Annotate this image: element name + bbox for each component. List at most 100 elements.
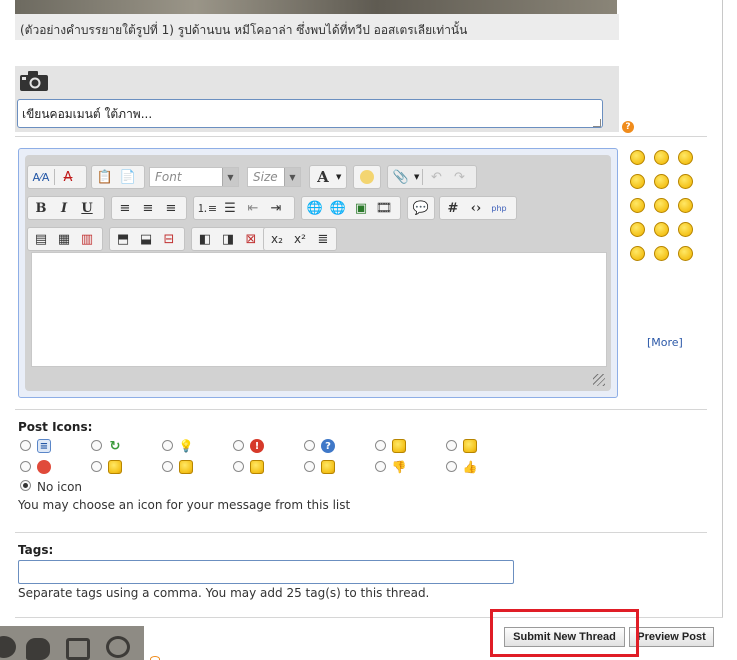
- angry-icon: [37, 460, 51, 474]
- message-textarea[interactable]: [31, 252, 607, 367]
- post-icon-radio[interactable]: [162, 461, 173, 472]
- glasses-icon[interactable]: [654, 246, 669, 261]
- eek-icon[interactable]: [654, 222, 669, 237]
- remove-format-icon[interactable]: A⁄A: [31, 167, 51, 187]
- wink-icon[interactable]: [630, 174, 645, 189]
- insert-row-after-icon[interactable]: ⬓: [136, 229, 156, 249]
- undo-icon[interactable]: ↶: [426, 167, 446, 187]
- thumbs-down-icon: 👎: [391, 460, 407, 474]
- toolbar-group-paste: 📋 📄: [91, 165, 145, 189]
- post-icon-radio[interactable]: [233, 440, 244, 451]
- help-icon[interactable]: [150, 656, 160, 660]
- clear-text-icon[interactable]: A: [58, 167, 78, 187]
- underline-icon[interactable]: U: [77, 198, 97, 218]
- quote-button[interactable]: 💬: [407, 196, 435, 220]
- chevron-down-icon: ▼: [414, 173, 420, 181]
- insert-link-icon[interactable]: 🌐: [305, 198, 325, 218]
- align-right-icon[interactable]: ≡: [161, 198, 181, 218]
- hash-icon[interactable]: #: [443, 198, 463, 218]
- insert-row-before-icon[interactable]: ⬒: [113, 229, 133, 249]
- chat-icon[interactable]: [26, 638, 50, 660]
- ordered-list-icon[interactable]: ⒈≡: [197, 198, 217, 218]
- redface-icon[interactable]: [678, 222, 693, 237]
- font-select[interactable]: Font ▼: [149, 167, 239, 187]
- image-comment-input[interactable]: เขียนคอมเมนต์ ใต้ภาพ...: [17, 99, 603, 128]
- tags-input[interactable]: [18, 560, 514, 584]
- redo-icon[interactable]: ↷: [449, 167, 469, 187]
- post-icon-radio[interactable]: [20, 440, 31, 451]
- insert-column-after-icon[interactable]: ◨: [218, 229, 238, 249]
- separator: [54, 169, 55, 185]
- paste-icon[interactable]: 📋: [95, 167, 115, 187]
- surprised-icon[interactable]: [654, 150, 669, 165]
- quote-icon: 💬: [412, 200, 430, 216]
- tags-hint: Separate tags using a comma. You may add…: [18, 586, 430, 600]
- insert-smilie-button[interactable]: [353, 165, 381, 189]
- preview-post-button[interactable]: Preview Post: [629, 627, 714, 647]
- insert-image-icon[interactable]: ▣: [351, 198, 371, 218]
- divider: [722, 0, 723, 618]
- code-icon[interactable]: ‹›: [466, 198, 486, 218]
- post-icon-radio[interactable]: [304, 461, 315, 472]
- separator: [422, 169, 424, 185]
- insert-column-before-icon[interactable]: ◧: [195, 229, 215, 249]
- biggrin-icon[interactable]: [678, 174, 693, 189]
- post-icon-radio[interactable]: [233, 461, 244, 472]
- post-icon-radio[interactable]: [375, 461, 386, 472]
- camera-icon[interactable]: [19, 70, 49, 92]
- unordered-list-icon[interactable]: ☰: [220, 198, 240, 218]
- align-left-icon[interactable]: ≡: [115, 198, 135, 218]
- post-icon-radio[interactable]: [446, 440, 457, 451]
- toolbar-group-table: ▤ ▦ ▥: [27, 227, 103, 251]
- rolleyes-icon[interactable]: [678, 198, 693, 213]
- post-icon-radio[interactable]: [375, 440, 386, 451]
- horizontal-rule-icon[interactable]: ≣: [313, 229, 333, 249]
- resize-grip-icon[interactable]: [593, 119, 601, 127]
- post-icon-radio[interactable]: [91, 461, 102, 472]
- cool-icon[interactable]: [630, 222, 645, 237]
- remove-link-icon[interactable]: 🌐: [328, 198, 348, 218]
- toolbar-group-rows: ⬒ ⬓ ⊟: [109, 227, 185, 251]
- table-properties-icon[interactable]: ▦: [54, 229, 74, 249]
- clock-icon[interactable]: [0, 636, 16, 658]
- post-icon-radio[interactable]: [304, 440, 315, 451]
- text-color-button[interactable]: A ▼: [309, 165, 347, 189]
- php-icon[interactable]: php: [489, 198, 509, 218]
- outdent-icon[interactable]: ⇤: [243, 198, 263, 218]
- happy-icon[interactable]: [678, 246, 693, 261]
- delete-table-icon[interactable]: ▥: [77, 229, 97, 249]
- bold-icon[interactable]: B: [31, 198, 51, 218]
- resize-handle-icon[interactable]: [593, 374, 605, 386]
- no-icon-radio[interactable]: [20, 480, 31, 491]
- post-icon-radio[interactable]: [162, 440, 173, 451]
- delete-column-icon[interactable]: ⊠: [241, 229, 261, 249]
- tongue-icon[interactable]: [654, 174, 669, 189]
- delete-row-icon[interactable]: ⊟: [159, 229, 179, 249]
- smile-icon[interactable]: [630, 150, 645, 165]
- frown-icon[interactable]: [630, 198, 645, 213]
- laugh-icon[interactable]: [630, 246, 645, 261]
- align-center-icon[interactable]: ≡: [138, 198, 158, 218]
- thumbs-up-icon[interactable]: [106, 636, 130, 658]
- more-smilies-link[interactable]: [More]: [647, 336, 683, 349]
- post-icons-title: Post Icons:: [18, 420, 93, 434]
- confused-icon[interactable]: [678, 150, 693, 165]
- post-icon-radio[interactable]: [91, 440, 102, 451]
- superscript-icon[interactable]: x²: [290, 229, 310, 249]
- help-icon[interactable]: ?: [622, 121, 634, 133]
- italic-icon[interactable]: I: [54, 198, 74, 218]
- post-icon-radio[interactable]: [20, 461, 31, 472]
- insert-video-icon[interactable]: 🎞: [374, 198, 394, 218]
- insert-table-icon[interactable]: ▤: [31, 229, 51, 249]
- attachment-icon[interactable]: 📎: [391, 167, 411, 187]
- size-select[interactable]: Size ▼: [247, 167, 301, 187]
- koala-photo: [15, 0, 617, 14]
- toolbar-group-code: # ‹› php: [439, 196, 517, 220]
- post-icon-radio[interactable]: [446, 461, 457, 472]
- indent-icon[interactable]: ⇥: [266, 198, 286, 218]
- post-icons-hint: You may choose an icon for your message …: [18, 498, 351, 512]
- paste-text-icon[interactable]: 📄: [118, 167, 138, 187]
- mad-icon[interactable]: [654, 198, 669, 213]
- subscript-icon[interactable]: x₂: [267, 229, 287, 249]
- cart-icon[interactable]: [66, 638, 90, 660]
